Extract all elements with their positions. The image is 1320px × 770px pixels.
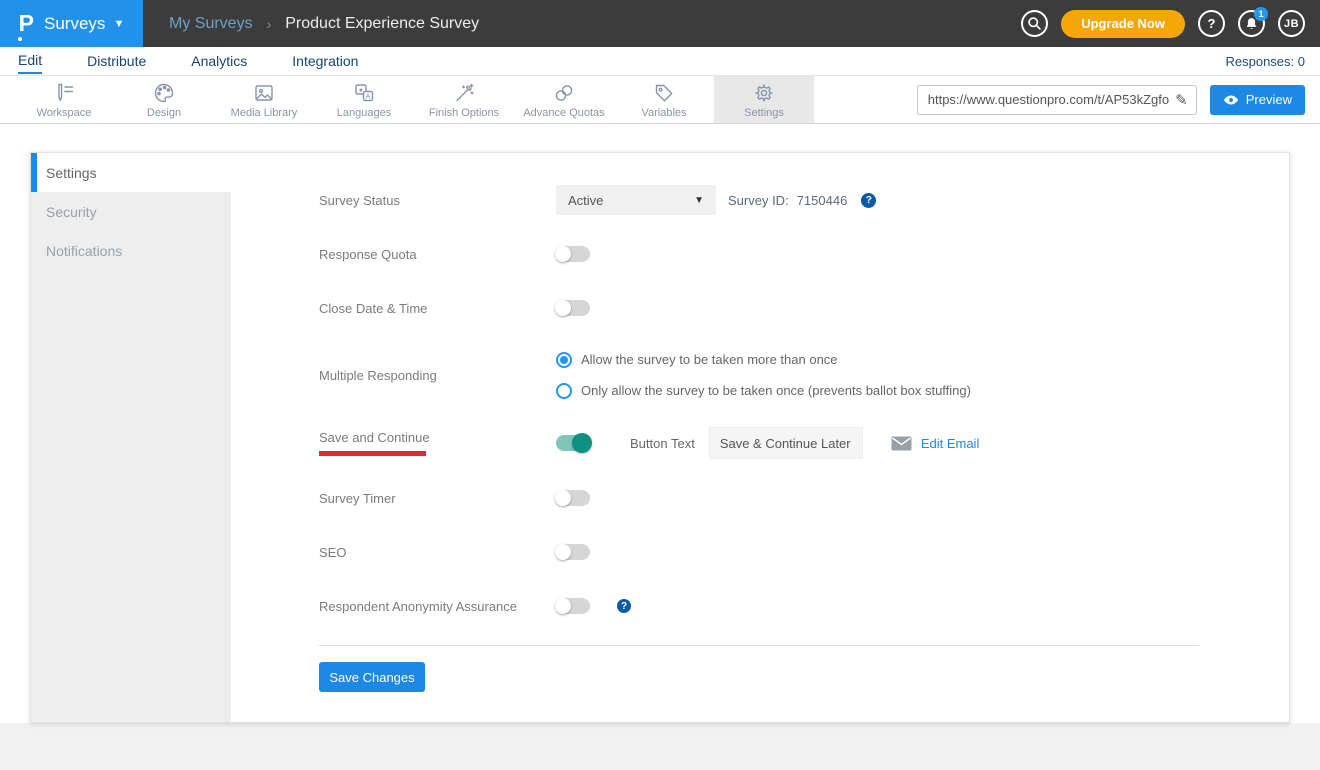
close-date-toggle[interactable] (556, 300, 590, 316)
eye-icon (1223, 94, 1239, 106)
notifications-button[interactable]: 1 (1238, 10, 1265, 37)
edit-email-action[interactable]: Edit Email (891, 436, 980, 451)
user-avatar[interactable]: JB (1278, 10, 1305, 37)
survey-timer-toggle[interactable] (556, 490, 590, 506)
toolbar-item-media-library[interactable]: Media Library (214, 76, 314, 123)
search-button[interactable] (1021, 10, 1048, 37)
save-and-continue-label: Save and Continue (319, 430, 556, 456)
save-changes-button[interactable]: Save Changes (319, 662, 425, 692)
media-library-icon (252, 81, 276, 105)
survey-url-area: ✎ Preview (917, 76, 1320, 123)
help-button[interactable]: ? (1198, 10, 1225, 37)
survey-timer-row: Survey Timer (319, 483, 1229, 513)
sidebar-item-notifications[interactable]: Notifications (31, 231, 231, 270)
radio-unselected-icon (556, 383, 572, 399)
button-text-label: Button Text (630, 436, 695, 451)
sidebar-item-settings[interactable]: Settings (31, 153, 231, 192)
workspace-icon (52, 81, 76, 105)
header-actions: Upgrade Now ? 1 JB (1021, 10, 1320, 38)
questionpro-logo-icon: P (19, 12, 34, 35)
toolbar-item-languages[interactable]: A Languages (314, 76, 414, 123)
response-quota-toggle[interactable] (556, 246, 590, 262)
toolbar-item-design[interactable]: Design (114, 76, 214, 123)
respondent-anonymity-toggle[interactable] (556, 598, 590, 614)
responses-count: Responses: 0 (1226, 54, 1306, 69)
response-quota-label: Response Quota (319, 247, 556, 262)
tab-edit[interactable]: Edit (18, 49, 42, 74)
languages-icon: A (352, 81, 376, 105)
survey-id-label: Survey ID: (728, 193, 789, 208)
respondent-anonymity-label: Respondent Anonymity Assurance (319, 599, 556, 614)
respondent-anonymity-row: Respondent Anonymity Assurance ? (319, 591, 1229, 621)
top-header: P Surveys ▼ My Surveys › Product Experie… (0, 0, 1320, 47)
tab-integration[interactable]: Integration (292, 50, 358, 73)
survey-nav-tabs: Edit Distribute Analytics Integration Re… (0, 47, 1320, 76)
edit-url-pencil-icon[interactable]: ✎ (1175, 91, 1188, 109)
upgrade-now-button[interactable]: Upgrade Now (1061, 10, 1185, 38)
seo-label: SEO (319, 545, 556, 560)
survey-timer-label: Survey Timer (319, 491, 556, 506)
toolbar-item-workspace[interactable]: Workspace (14, 76, 114, 123)
notification-count-badge: 1 (1254, 7, 1268, 21)
save-and-continue-row: Save and Continue Button Text Edit Email (319, 427, 1229, 459)
tab-analytics[interactable]: Analytics (191, 50, 247, 73)
settings-form: Survey Status Active ▼ Survey ID: 715044… (319, 153, 1229, 692)
advance-quotas-links-icon (552, 81, 576, 105)
settings-gear-icon (752, 81, 776, 105)
variables-tag-icon (652, 81, 676, 105)
survey-url-input[interactable] (928, 92, 1175, 107)
close-date-row: Close Date & Time (319, 293, 1229, 323)
close-date-label: Close Date & Time (319, 301, 556, 316)
survey-id-help-icon[interactable]: ? (861, 193, 876, 208)
edit-toolbar: Workspace Design Media Library A Languag… (0, 76, 1320, 124)
sidebar-item-security[interactable]: Security (31, 192, 231, 231)
edit-email-link: Edit Email (921, 436, 980, 451)
form-divider (319, 645, 1199, 646)
survey-status-row: Survey Status Active ▼ Survey ID: 715044… (319, 185, 1229, 215)
svg-text:A: A (365, 91, 370, 100)
breadcrumb-my-surveys[interactable]: My Surveys (169, 15, 253, 33)
product-name: Surveys (44, 14, 105, 34)
red-underline-highlight (319, 451, 426, 456)
radio-selected-icon (556, 352, 572, 368)
button-text-input[interactable] (709, 427, 863, 459)
seo-toggle[interactable] (556, 544, 590, 560)
survey-url-box: ✎ (917, 85, 1197, 115)
settings-sidebar: Settings Security Notifications (31, 153, 231, 722)
chevron-down-icon: ▼ (113, 18, 124, 30)
design-palette-icon (152, 81, 176, 105)
settings-card: Settings Security Notifications Survey S… (30, 152, 1290, 723)
survey-id-value: 7150446 (797, 193, 848, 208)
breadcrumb-separator-icon: › (267, 16, 272, 32)
radio-allow-multiple[interactable]: Allow the survey to be taken more than o… (556, 352, 971, 368)
finish-options-wand-icon (452, 81, 476, 105)
preview-button[interactable]: Preview (1210, 85, 1305, 115)
question-mark-icon: ? (1208, 16, 1216, 31)
tab-distribute[interactable]: Distribute (87, 50, 146, 73)
toolbar-item-settings[interactable]: Settings (714, 76, 814, 123)
multiple-responding-label: Multiple Responding (319, 368, 556, 383)
response-quota-row: Response Quota (319, 239, 1229, 269)
save-and-continue-toggle[interactable] (556, 435, 590, 451)
envelope-icon (891, 436, 912, 451)
seo-row: SEO (319, 537, 1229, 567)
survey-status-label: Survey Status (319, 193, 556, 208)
toolbar-item-variables[interactable]: Variables (614, 76, 714, 123)
toolbar-item-finish-options[interactable]: Finish Options (414, 76, 514, 123)
respondent-anonymity-help-icon[interactable]: ? (617, 599, 631, 613)
multiple-responding-row: Multiple Responding Allow the survey to … (319, 347, 1229, 403)
radio-allow-once[interactable]: Only allow the survey to be taken once (… (556, 383, 971, 399)
breadcrumb-current-survey: Product Experience Survey (285, 15, 479, 33)
chevron-down-icon: ▼ (694, 195, 704, 206)
search-icon (1027, 16, 1042, 31)
survey-status-dropdown[interactable]: Active ▼ (556, 185, 716, 215)
toolbar-item-advance-quotas[interactable]: Advance Quotas (514, 76, 614, 123)
breadcrumb: My Surveys › Product Experience Survey (169, 15, 479, 33)
product-switcher[interactable]: P Surveys ▼ (0, 0, 143, 47)
